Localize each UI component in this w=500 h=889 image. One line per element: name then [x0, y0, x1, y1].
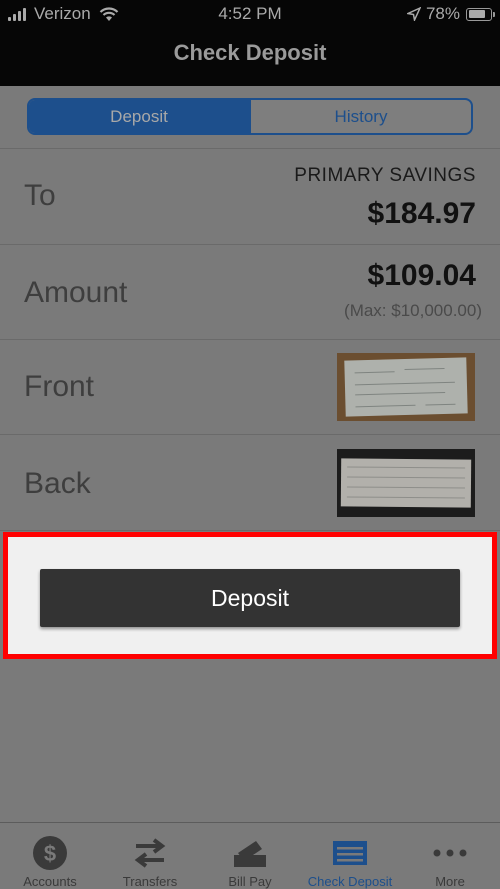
status-right: 78%	[406, 4, 495, 24]
dollar-circle-icon: $	[33, 835, 67, 870]
front-check-image[interactable]	[337, 353, 475, 421]
back-label: Back	[24, 467, 91, 500]
tab-check-deposit-label: Check Deposit	[307, 874, 393, 889]
back-image-row[interactable]: Back	[0, 434, 500, 530]
amount-max-note: (Max: $10,000.00)	[344, 301, 482, 320]
to-account-row[interactable]: To PRIMARY SAVINGS $184.97	[0, 148, 500, 244]
front-label: Front	[24, 370, 95, 403]
to-label: To	[24, 179, 56, 212]
tab-bill-pay-label: Bill Pay	[228, 874, 272, 889]
tab-transfers[interactable]: Transfers	[100, 823, 200, 889]
page-title: Check Deposit	[173, 40, 327, 65]
tab-bill-pay[interactable]: Bill Pay	[200, 823, 300, 889]
bill-pay-icon	[234, 840, 266, 867]
deposit-button[interactable]: Deposit	[40, 569, 460, 627]
account-name: PRIMARY SAVINGS	[294, 165, 476, 186]
back-check-image[interactable]	[337, 449, 475, 517]
amount-label: Amount	[24, 276, 128, 309]
status-bar: Verizon 4:52 PM 78%	[0, 0, 500, 28]
tab-transfers-label: Transfers	[122, 874, 178, 889]
tab-more[interactable]: More	[400, 823, 500, 889]
bottom-tab-bar: $ Accounts Transfers Bill Pay Check Depo…	[0, 822, 500, 889]
check-deposit-icon	[333, 840, 367, 865]
location-arrow-icon	[406, 7, 421, 21]
top-bar: Verizon 4:52 PM 78% Check Deposit	[0, 0, 500, 86]
front-image-row[interactable]: Front	[0, 339, 500, 435]
account-balance: $184.97	[367, 197, 476, 230]
more-dots-icon	[433, 849, 467, 856]
divider	[0, 530, 500, 531]
svg-text:$: $	[44, 841, 56, 866]
transfer-arrows-icon	[134, 837, 166, 868]
deposit-history-segmented-control: Deposit History	[27, 98, 473, 135]
tab-deposit[interactable]: Deposit	[29, 100, 249, 133]
tab-accounts[interactable]: $ Accounts	[0, 823, 100, 889]
tab-check-deposit[interactable]: Check Deposit	[300, 823, 400, 889]
tab-history[interactable]: History	[249, 100, 471, 133]
tab-accounts-label: Accounts	[23, 874, 77, 889]
battery-icon	[466, 7, 495, 21]
tab-more-label: More	[435, 874, 465, 889]
battery-percent: 78%	[425, 4, 460, 23]
amount-value: $109.04	[367, 259, 476, 292]
amount-row[interactable]: Amount $109.04 (Max: $10,000.00)	[0, 244, 500, 340]
